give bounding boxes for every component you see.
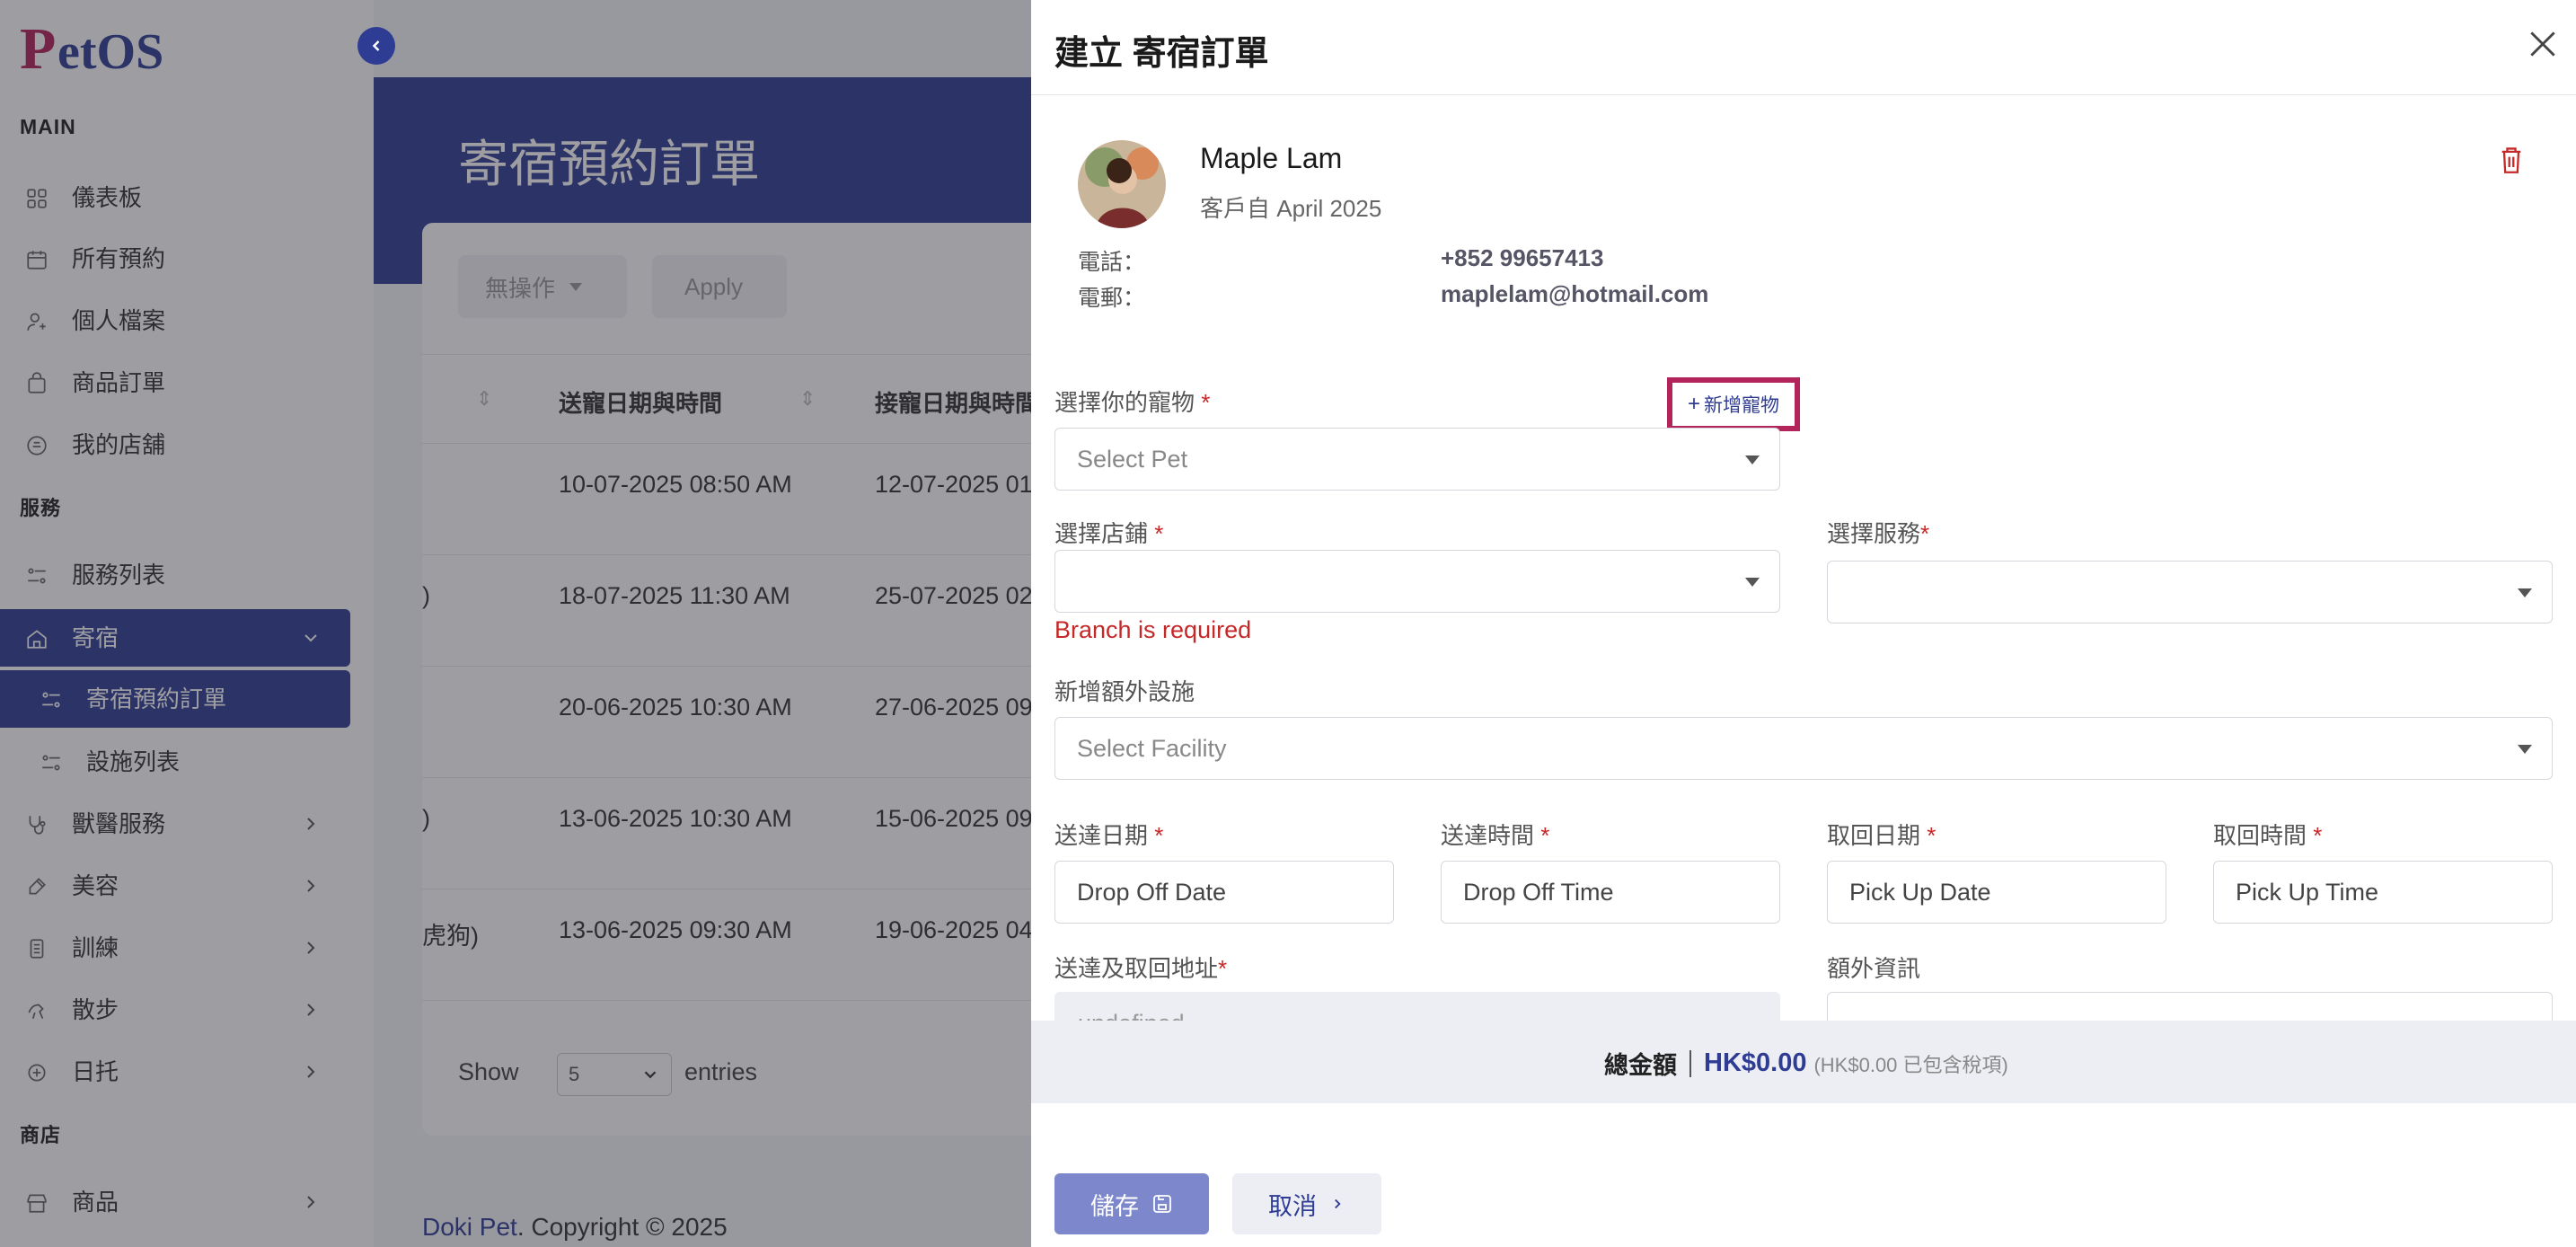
dropoff-time-input[interactable]: Drop Off Time xyxy=(1441,861,1780,924)
save-label: 儲存 xyxy=(1090,1192,1139,1220)
required-mark: * xyxy=(1540,822,1550,849)
chevron-left-icon xyxy=(372,40,380,51)
pickup-time-value: Pick Up Time xyxy=(2236,878,2379,906)
save-icon xyxy=(1153,1195,1171,1213)
pickup-time-label: 取回時間 * xyxy=(2213,818,2322,851)
caret-down-icon xyxy=(1745,578,1760,587)
total-bar: 總金額 HK$0.00 (HK$0.00 已包含稅項) xyxy=(1031,1021,2576,1103)
dropoff-time-label-text: 送達時間 xyxy=(1441,822,1535,849)
required-mark: * xyxy=(1154,822,1164,849)
address-value: undefined xyxy=(1078,1010,1185,1021)
service-field-label: 選擇服務* xyxy=(1827,516,1929,549)
facility-select[interactable]: Select Facility xyxy=(1054,717,2553,780)
drawer-header: 建立 寄宿訂單 xyxy=(1031,0,2576,95)
dropoff-time-value: Drop Off Time xyxy=(1463,878,1614,906)
dropoff-date-label-text: 送達日期 xyxy=(1054,822,1149,849)
caret-down-icon xyxy=(1745,455,1760,464)
branch-error-message: Branch is required xyxy=(1054,616,1252,643)
extra-info-label: 額外資訊 xyxy=(1827,955,1921,982)
dropoff-date-value: Drop Off Date xyxy=(1077,878,1227,906)
trash-icon[interactable] xyxy=(2499,146,2524,174)
collapse-sidebar-button[interactable] xyxy=(357,27,395,65)
branch-field-label: 選擇店鋪 * xyxy=(1054,516,1163,549)
extra-info-textarea[interactable] xyxy=(1827,992,2553,1021)
pickup-date-label: 取回日期 * xyxy=(1827,818,1936,851)
address-field-label: 送達及取回地址* xyxy=(1054,951,1227,984)
dropoff-date-label: 送達日期 * xyxy=(1054,818,1163,851)
email-label: 電郵： xyxy=(1078,286,1146,311)
pickup-date-input[interactable]: Pick Up Date xyxy=(1827,861,2166,924)
close-icon[interactable] xyxy=(2526,27,2560,61)
facility-field-label: 新增額外設施 xyxy=(1054,678,1195,705)
address-input[interactable]: undefined xyxy=(1054,992,1780,1021)
modal-backdrop[interactable] xyxy=(0,0,1031,1247)
required-mark: * xyxy=(1218,955,1228,982)
dropoff-date-input[interactable]: Drop Off Date xyxy=(1054,861,1394,924)
cancel-button[interactable]: 取消 xyxy=(1232,1173,1381,1234)
extra-info-clip xyxy=(1827,992,2553,1021)
total-label: 總金額 xyxy=(1604,1052,1677,1079)
email-value: maplelam@hotmail.com xyxy=(1441,280,1709,307)
phone-label: 電話： xyxy=(1078,250,1146,275)
branch-label-text: 選擇店鋪 xyxy=(1054,520,1149,547)
dropoff-time-label: 送達時間 * xyxy=(1441,818,1549,851)
save-button[interactable]: 儲存 xyxy=(1054,1173,1209,1234)
required-mark: * xyxy=(1201,389,1211,416)
address-label-text: 送達及取回地址 xyxy=(1054,955,1219,982)
create-boarding-order-drawer: 建立 寄宿訂單 Maple Lam 客戶自 April 2025 電話： +85… xyxy=(1031,0,2576,1247)
service-select[interactable] xyxy=(1827,561,2553,624)
required-mark: * xyxy=(1920,520,1930,547)
customer-since: 客戶自 April 2025 xyxy=(1200,195,1382,222)
customer-avatar xyxy=(1078,140,1166,228)
pet-placeholder: Select Pet xyxy=(1077,445,1188,473)
branch-select[interactable] xyxy=(1054,550,1780,613)
pickup-date-value: Pick Up Date xyxy=(1849,878,1991,906)
pickup-time-input[interactable]: Pick Up Time xyxy=(2213,861,2553,924)
pickup-date-label-text: 取回日期 xyxy=(1827,822,1921,849)
cancel-label: 取消 xyxy=(1268,1192,1317,1220)
add-pet-label: 新增寵物 xyxy=(1704,395,1779,416)
chevron-right-icon xyxy=(1335,1198,1341,1209)
drawer-title: 建立 寄宿訂單 xyxy=(1054,35,1269,73)
required-mark: * xyxy=(1927,822,1936,849)
service-label-text: 選擇服務 xyxy=(1827,520,1921,547)
required-mark: * xyxy=(2313,822,2323,849)
customer-name: Maple Lam xyxy=(1200,142,1343,174)
phone-value: +852 99657413 xyxy=(1441,244,1604,271)
caret-down-icon xyxy=(2518,745,2532,754)
plus-icon: + xyxy=(1687,392,1700,416)
facility-placeholder: Select Facility xyxy=(1077,734,1227,762)
pet-select[interactable]: Select Pet xyxy=(1054,428,1780,491)
pet-label-text: 選擇你的寵物 xyxy=(1054,389,1195,416)
address-input-clip: undefined xyxy=(1054,992,1780,1021)
pickup-time-label-text: 取回時間 xyxy=(2213,822,2307,849)
total-summary: 總金額 HK$0.00 (HK$0.00 已包含稅項) xyxy=(1604,1046,2008,1081)
required-mark: * xyxy=(1154,520,1164,547)
add-pet-button[interactable]: + 新增寵物 xyxy=(1667,377,1800,431)
total-amount: HK$0.00 xyxy=(1704,1048,1807,1077)
divider xyxy=(1689,1049,1691,1077)
pet-field-label: 選擇你的寵物 * xyxy=(1054,385,1210,418)
total-tax-note: (HK$0.00 已包含稅項) xyxy=(1813,1053,2008,1076)
caret-down-icon xyxy=(2518,588,2532,597)
